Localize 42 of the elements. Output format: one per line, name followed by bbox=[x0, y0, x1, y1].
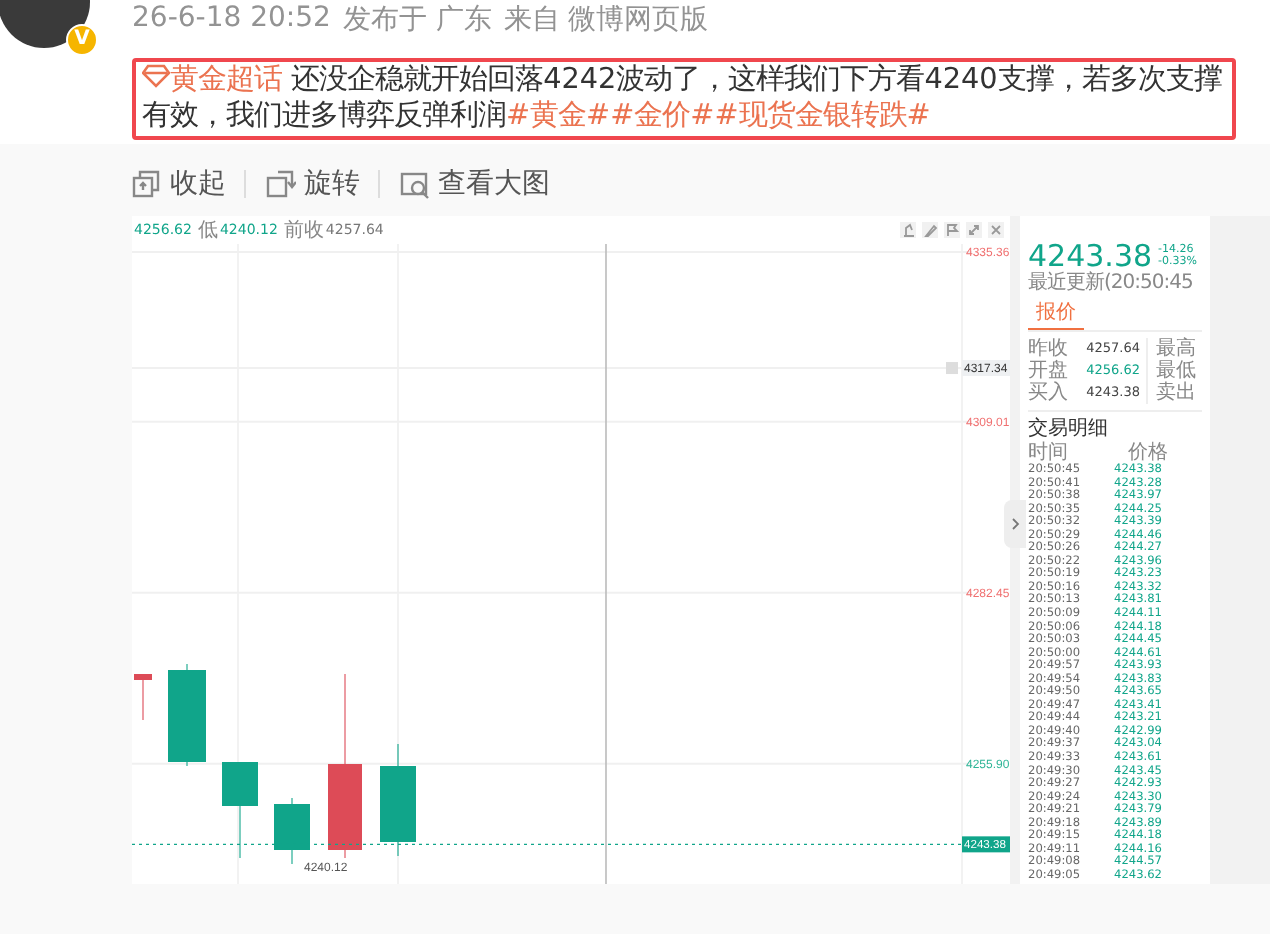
stat-label: 卖出 bbox=[1154, 382, 1198, 404]
candlestick bbox=[380, 743, 416, 857]
candlestick bbox=[274, 797, 310, 865]
candlestick bbox=[134, 673, 152, 721]
hashtag-link[interactable]: #黄金# bbox=[506, 100, 611, 132]
column-header: 时间 bbox=[1028, 442, 1068, 464]
topic-link[interactable]: 黄金超话 bbox=[142, 64, 282, 96]
candlestick bbox=[168, 663, 206, 767]
hashtag-link[interactable]: #金价# bbox=[610, 100, 715, 132]
action-button[interactable]: 旋转 bbox=[266, 166, 378, 202]
expand-icon[interactable] bbox=[966, 222, 982, 238]
stat-label: 最高 bbox=[1154, 338, 1198, 360]
hashtag-link[interactable]: #现货金银转跌# bbox=[714, 100, 931, 132]
quote-tab[interactable]: 报价 bbox=[1028, 296, 1084, 330]
post-time[interactable]: 26-6-18 20:52 bbox=[132, 2, 331, 58]
stat-label: 开盘 bbox=[1028, 360, 1070, 382]
post-text: 黄金超话 还没企稳就开始回落4242波动了，这样我们下方看4240支撑，若多次支撑有效，我们进多博弈反弹利润#黄金##金价##现货金银转跌# bbox=[132, 58, 1236, 140]
flag-icon[interactable] bbox=[944, 222, 960, 238]
update-time: 最近更新(20:50:45 bbox=[1028, 272, 1195, 296]
rotate-icon bbox=[266, 169, 296, 199]
stat-label: 昨收 bbox=[1028, 338, 1070, 360]
chevron-right-icon bbox=[1011, 518, 1019, 530]
stat-label: 最低 bbox=[1154, 360, 1198, 382]
trades-title: 交易明细 bbox=[1028, 418, 1110, 441]
current-price: 4243.38 bbox=[1028, 240, 1153, 272]
stat-label: 前收 bbox=[283, 218, 324, 244]
collapse-icon bbox=[132, 169, 162, 199]
candlestick bbox=[222, 761, 258, 859]
diamond-icon bbox=[142, 64, 170, 88]
action-button[interactable]: 查看大图 bbox=[400, 166, 568, 202]
verified-badge: V bbox=[66, 24, 98, 56]
stat-label: 买入 bbox=[1028, 382, 1070, 404]
source-link[interactable]: 微博网页版 bbox=[567, 2, 708, 58]
collapse-handle[interactable] bbox=[1004, 500, 1026, 548]
pencil-icon[interactable] bbox=[922, 222, 938, 238]
stat-label: 低 bbox=[197, 218, 218, 244]
action-button[interactable]: 收起 bbox=[132, 166, 244, 202]
post-location: 发布于 广东 bbox=[342, 2, 492, 40]
source-label: 来自 bbox=[503, 2, 560, 40]
column-header: 价格 bbox=[1128, 442, 1168, 464]
magnifier-icon bbox=[400, 169, 430, 199]
close-icon[interactable] bbox=[988, 222, 1004, 238]
